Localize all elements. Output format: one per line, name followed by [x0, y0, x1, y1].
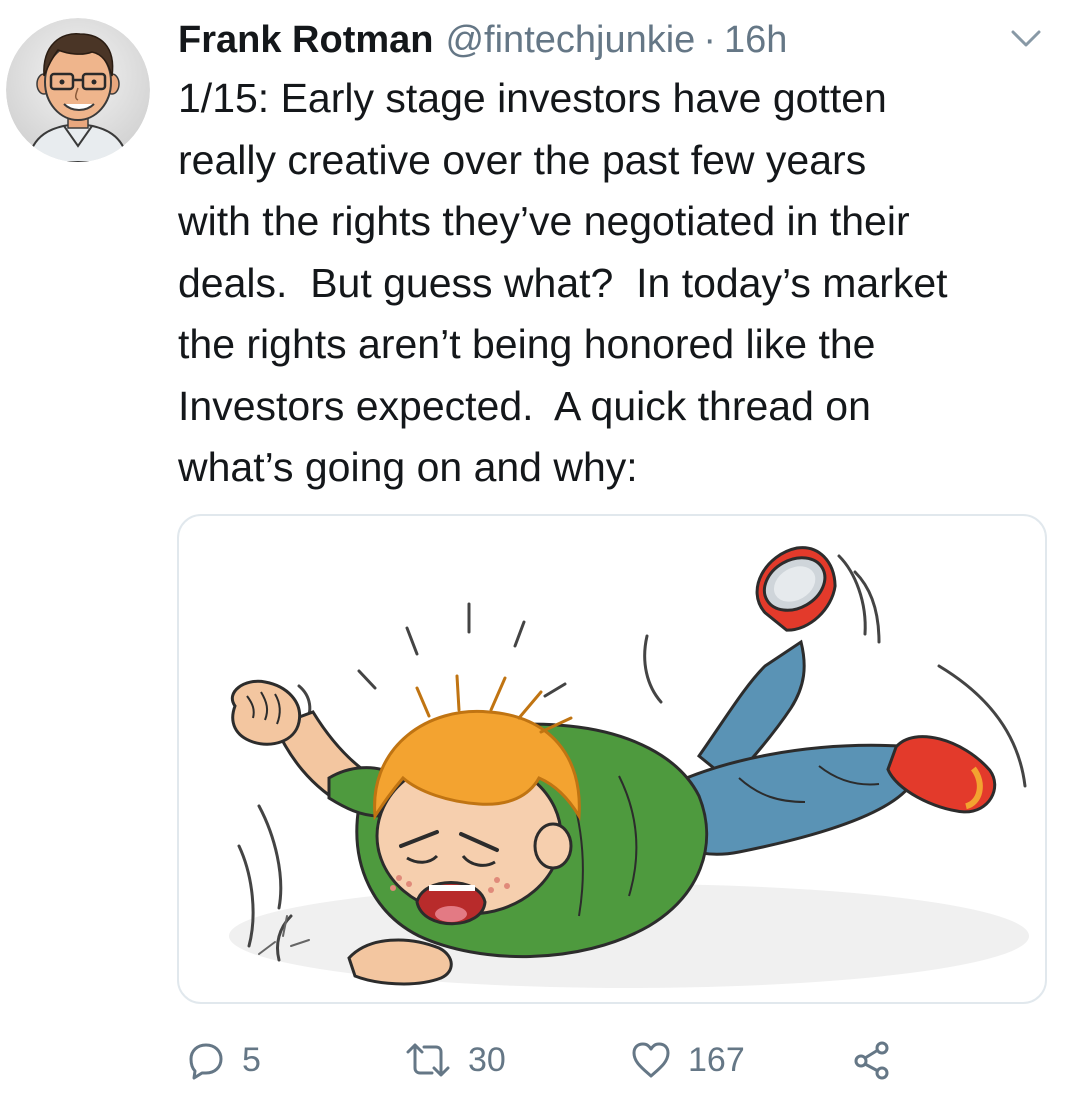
avatar[interactable] — [6, 18, 150, 162]
heart-icon — [632, 1042, 670, 1078]
tweet-menu-button[interactable] — [1008, 26, 1044, 50]
retweet-button[interactable]: 30 — [404, 1030, 506, 1090]
tweet-header: Frank Rotman @fintechjunkie · 16h — [178, 14, 787, 66]
retweet-icon — [406, 1043, 450, 1077]
share-icon — [854, 1041, 889, 1080]
cartoon-man-avatar-icon — [6, 18, 150, 162]
like-button[interactable]: 167 — [630, 1030, 745, 1090]
tweet-text: 1/15: Early stage investors have gotten … — [178, 75, 948, 490]
author-name[interactable]: Frank Rotman — [178, 14, 433, 66]
retweet-count: 30 — [468, 1040, 506, 1079]
like-count: 167 — [688, 1040, 745, 1079]
reply-count: 5 — [242, 1040, 261, 1079]
tweet-timestamp[interactable]: 16h — [724, 14, 787, 66]
cartoon-tantrum-illustration-icon — [229, 546, 1029, 988]
chevron-down-icon — [1011, 30, 1041, 47]
tweet-media[interactable] — [177, 514, 1047, 1004]
header-separator: · — [703, 19, 716, 61]
author-handle[interactable]: @fintechjunkie — [445, 14, 695, 66]
reply-icon — [189, 1043, 223, 1080]
reply-button[interactable]: 5 — [186, 1030, 261, 1090]
share-button[interactable] — [852, 1030, 892, 1090]
tweet-action-bar: 5 30 167 — [0, 1030, 1080, 1090]
